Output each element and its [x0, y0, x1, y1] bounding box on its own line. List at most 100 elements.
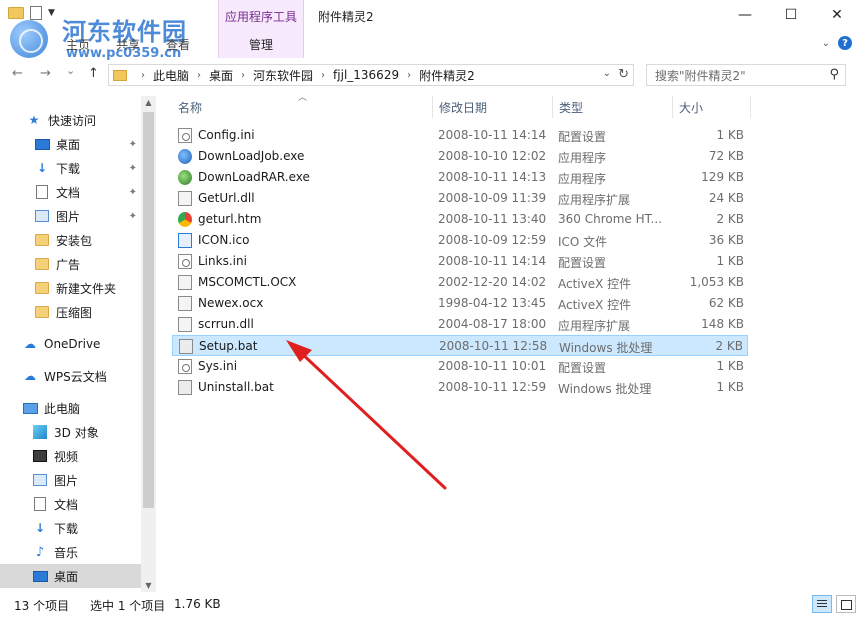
- sidebar-item-quick-access[interactable]: ★ 快速访问: [0, 108, 141, 132]
- sidebar-item-compressed-images[interactable]: 压缩图: [0, 300, 141, 324]
- tab-view[interactable]: 查看: [166, 36, 190, 53]
- search-icon: ⚲: [829, 67, 839, 82]
- column-header-type[interactable]: 类型: [559, 96, 583, 118]
- table-row[interactable]: MSCOMCTL.OCX 2002-12-20 14:02 ActiveX 控件…: [172, 272, 748, 293]
- column-header-size[interactable]: 大小: [679, 96, 703, 118]
- breadcrumb-this-pc[interactable]: 此电脑: [153, 67, 189, 84]
- file-name: Setup.bat: [199, 339, 258, 353]
- breadcrumb-current[interactable]: 附件精灵2: [419, 67, 475, 84]
- status-bar: 13 个项目 选中 1 个项目 1.76 KB: [0, 592, 860, 617]
- minimize-button[interactable]: —: [722, 0, 768, 30]
- table-row[interactable]: Newex.ocx 1998-04-12 13:45 ActiveX 控件 62…: [172, 293, 748, 314]
- file-type: 360 Chrome HT...: [558, 212, 662, 226]
- table-row[interactable]: geturl.htm 2008-10-11 13:40 360 Chrome H…: [172, 209, 748, 230]
- table-row-selected[interactable]: Setup.bat 2008-10-11 12:58 Windows 批处理 2…: [172, 335, 748, 356]
- chevron-right-icon[interactable]: ›: [321, 70, 325, 81]
- sidebar-item-pictures[interactable]: 图片 ✦: [0, 204, 141, 228]
- tab-manage[interactable]: 管理: [219, 36, 303, 53]
- scroll-down-arrow-icon[interactable]: ▼: [141, 581, 156, 590]
- column-header-name[interactable]: 名称: [178, 96, 202, 118]
- sidebar-item-this-pc[interactable]: 此电脑: [0, 396, 141, 420]
- column-divider[interactable]: [552, 96, 553, 118]
- sidebar-item-documents[interactable]: 文档 ✦: [0, 180, 141, 204]
- details-view-button[interactable]: [812, 595, 832, 613]
- breadcrumb-fjjl[interactable]: fjjl_136629: [333, 68, 399, 82]
- ribbon-expand-chevron-icon[interactable]: ⌄: [822, 38, 830, 49]
- sidebar-item-new-folder[interactable]: 新建文件夹: [0, 276, 141, 300]
- column-header-date[interactable]: 修改日期: [439, 96, 487, 118]
- table-row[interactable]: ICON.ico 2008-10-09 12:59 ICO 文件 36 KB: [172, 230, 748, 251]
- sidebar-item-documents-pc[interactable]: 文档: [0, 492, 141, 516]
- column-divider[interactable]: [432, 96, 433, 118]
- sidebar-item-downloads[interactable]: ↓ 下载 ✦: [0, 156, 141, 180]
- file-name: Links.ini: [198, 254, 247, 268]
- address-dropdown-icon[interactable]: ⌄: [603, 68, 611, 79]
- table-row[interactable]: scrrun.dll 2004-08-17 18:00 应用程序扩展 148 K…: [172, 314, 748, 335]
- file-type: 应用程序: [558, 151, 607, 165]
- table-row[interactable]: Config.ini 2008-10-11 14:14 配置设置 1 KB: [172, 125, 748, 146]
- tab-home[interactable]: 主页: [66, 36, 90, 53]
- breadcrumb-hedong[interactable]: 河东软件园: [253, 67, 313, 84]
- column-divider[interactable]: [750, 96, 751, 118]
- picture-icon: [33, 474, 47, 486]
- pin-icon[interactable]: ✦: [129, 139, 137, 150]
- file-name: ICON.ico: [198, 233, 250, 247]
- sidebar-item-3d-objects[interactable]: 3D 对象: [0, 420, 141, 444]
- scrollbar-thumb[interactable]: [143, 112, 154, 508]
- table-row[interactable]: Uninstall.bat 2008-10-11 12:59 Windows 批…: [172, 377, 748, 398]
- sidebar-item-label: 新建文件夹: [56, 281, 117, 296]
- up-button[interactable]: ↑: [88, 66, 99, 81]
- table-row[interactable]: GetUrl.dll 2008-10-09 11:39 应用程序扩展 24 KB: [172, 188, 748, 209]
- sidebar-item-desktop-pc[interactable]: 桌面: [0, 564, 141, 588]
- column-divider[interactable]: [672, 96, 673, 118]
- close-button[interactable]: ✕: [814, 0, 860, 30]
- sidebar-item-onedrive[interactable]: ☁ OneDrive: [0, 332, 141, 356]
- pin-icon[interactable]: ✦: [129, 211, 137, 222]
- folder-icon: [35, 258, 49, 270]
- file-name: Sys.ini: [198, 359, 238, 373]
- window-title: 附件精灵2: [318, 10, 374, 24]
- pin-icon[interactable]: ✦: [129, 187, 137, 198]
- sidebar-item-label: 桌面: [54, 569, 79, 584]
- file-date: 2008-10-11 12:59: [438, 380, 547, 394]
- tab-share[interactable]: 共享: [116, 36, 140, 53]
- scroll-up-arrow-icon[interactable]: ▲: [141, 98, 156, 107]
- table-row[interactable]: Links.ini 2008-10-11 14:14 配置设置 1 KB: [172, 251, 748, 272]
- chevron-right-icon[interactable]: ›: [197, 70, 201, 81]
- chevron-right-icon[interactable]: ›: [141, 70, 145, 81]
- help-icon[interactable]: ?: [838, 36, 852, 50]
- address-bar[interactable]: › 此电脑 › 桌面 › 河东软件园 › fjjl_136629 › 附件精灵2…: [108, 64, 634, 86]
- window-controls: — ☐ ✕: [722, 0, 860, 30]
- dll-file-icon: [178, 191, 192, 206]
- file-type: Windows 批处理: [558, 382, 652, 396]
- table-row[interactable]: DownLoadRAR.exe 2008-10-11 14:13 应用程序 12…: [172, 167, 748, 188]
- sidebar-item-pictures-pc[interactable]: 图片: [0, 468, 141, 492]
- maximize-button[interactable]: ☐: [768, 0, 814, 30]
- file-name: Uninstall.bat: [198, 380, 274, 394]
- back-button[interactable]: ←: [12, 66, 23, 81]
- forward-button[interactable]: →: [40, 66, 51, 81]
- sidebar-scrollbar[interactable]: ▲ ▼: [141, 96, 156, 592]
- refresh-button[interactable]: ↻: [618, 67, 629, 82]
- sidebar-item-videos[interactable]: 视频: [0, 444, 141, 468]
- breadcrumb-desktop[interactable]: 桌面: [209, 67, 233, 84]
- table-row[interactable]: DownLoadJob.exe 2008-10-10 12:02 应用程序 72…: [172, 146, 748, 167]
- file-size: 148 KB: [701, 317, 744, 331]
- sidebar-item-desktop[interactable]: 桌面 ✦: [0, 132, 141, 156]
- search-placeholder: 搜索"附件精灵2": [655, 68, 746, 83]
- table-row[interactable]: Sys.ini 2008-10-11 10:01 配置设置 1 KB: [172, 356, 748, 377]
- large-icons-view-button[interactable]: [836, 595, 856, 613]
- sidebar-item-music[interactable]: ♪ 音乐: [0, 540, 141, 564]
- sidebar-item-wps-cloud[interactable]: ☁ WPS云文档: [0, 364, 141, 388]
- chevron-right-icon[interactable]: ›: [407, 70, 411, 81]
- file-date: 2008-10-09 11:39: [438, 191, 547, 205]
- search-input[interactable]: 搜索"附件精灵2" ⚲: [646, 64, 846, 86]
- folder-icon: [113, 69, 127, 81]
- file-size: 2 KB: [715, 339, 743, 353]
- sidebar-item-ads[interactable]: 广告: [0, 252, 141, 276]
- sidebar-item-downloads-pc[interactable]: ↓ 下载: [0, 516, 141, 540]
- pin-icon[interactable]: ✦: [129, 163, 137, 174]
- recent-locations-button[interactable]: ⌄: [66, 64, 75, 77]
- chevron-right-icon[interactable]: ›: [241, 70, 245, 81]
- sidebar-item-installers[interactable]: 安装包: [0, 228, 141, 252]
